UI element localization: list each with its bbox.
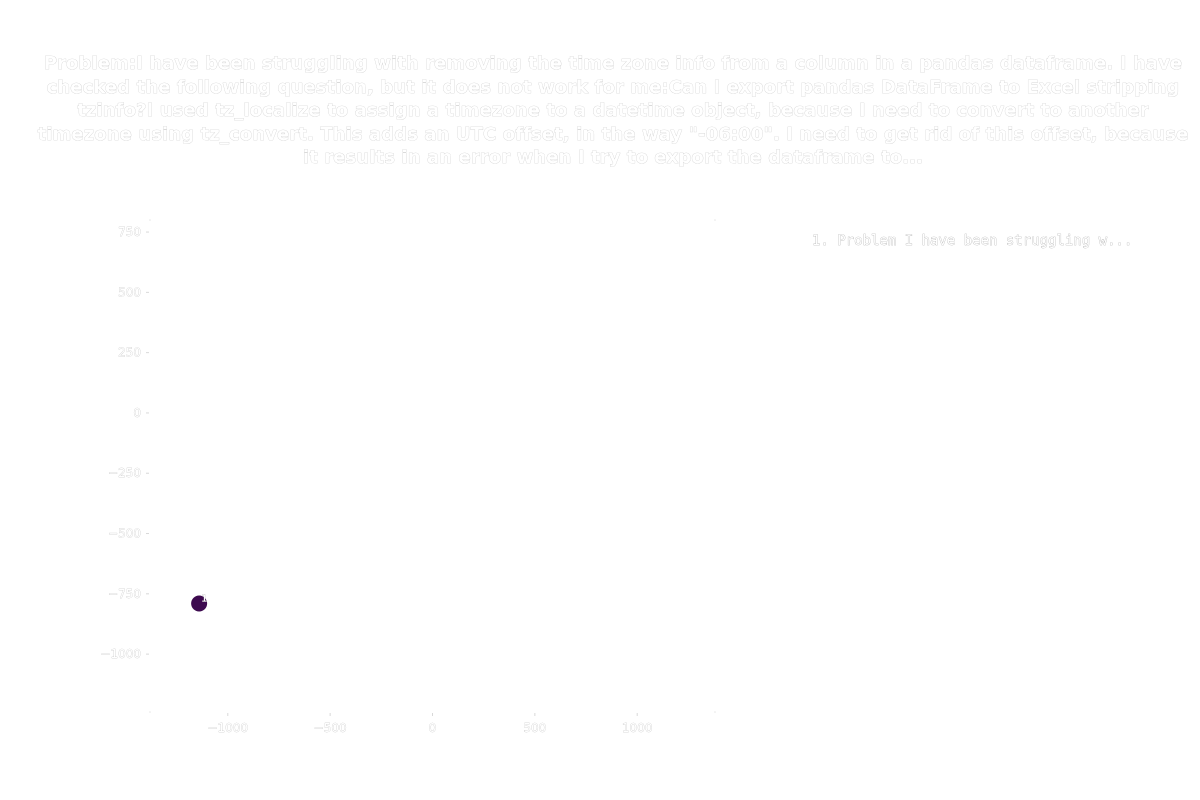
axis-group: 750 500 250 0 −250 −500 −750 −1000 −1000 −500 0 500… [100, 219, 716, 735]
x-tick-label: 500 [523, 721, 546, 735]
axes-corner-mark [149, 711, 151, 713]
y-tick-label: 750 [118, 225, 141, 239]
y-tick-label: 250 [118, 346, 141, 360]
y-tick-label: −250 [108, 466, 141, 480]
axes-corner-mark [714, 219, 716, 221]
x-tick-label: −1000 [207, 721, 248, 735]
legend-entry-label: 1. Problem I have been struggling w... [812, 233, 1132, 249]
legend: 1. Problem I have been struggling w... [812, 233, 1133, 250]
points-group: 1 [191, 593, 208, 612]
axes-corner-mark [714, 711, 716, 713]
x-tick-label: 0 [429, 721, 437, 735]
y-tick-label: −500 [108, 527, 141, 541]
scatter-chart: 750 500 250 0 −250 −500 −750 −1000 −1000 −500 0 500… [100, 219, 1133, 735]
y-tick-label: 500 [118, 285, 141, 299]
x-tick-label: −500 [314, 721, 347, 735]
data-point-label: 1 [201, 593, 207, 604]
y-tick-label: 0 [133, 406, 141, 420]
y-tick-label: −1000 [100, 647, 141, 661]
axes-corner-mark [149, 219, 151, 221]
x-tick-label: 1000 [622, 721, 653, 735]
y-tick-label: −750 [108, 587, 141, 601]
